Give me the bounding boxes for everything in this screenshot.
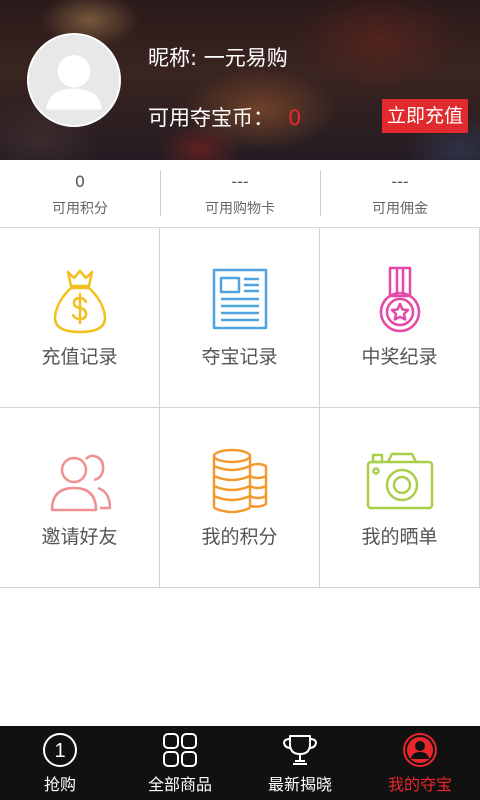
menu-my-points[interactable]: 我的积分 <box>160 408 320 588</box>
menu-label: 我的晒单 <box>361 526 438 548</box>
stat-label: 可用积分 <box>52 201 108 217</box>
coin-balance: 可用夺宝币： 0 <box>148 102 301 132</box>
default-user-icon <box>29 35 119 125</box>
menu-label: 充值记录 <box>41 346 118 368</box>
nav-label: 最新揭晓 <box>267 775 332 794</box>
nav-label: 我的夺宝 <box>387 775 452 794</box>
stats-bar: 0 可用积分 --- 可用购物卡 --- 可用佣金 <box>0 160 480 228</box>
menu-label: 邀请好友 <box>41 526 118 548</box>
coin-balance-label: 可用夺宝币： <box>148 106 274 130</box>
menu-label: 中奖纪录 <box>361 346 438 368</box>
nav-label: 抢购 <box>43 775 76 794</box>
coin-stack-icon <box>200 446 280 516</box>
menu-label: 我的积分 <box>201 526 278 548</box>
menu-label: 夺宝记录 <box>201 346 278 368</box>
trophy-icon <box>282 732 318 768</box>
nav-icon-glyph: 1 <box>54 740 65 762</box>
newspaper-icon <box>200 266 280 336</box>
recharge-button[interactable]: 立即充值 <box>382 99 468 133</box>
medal-icon <box>360 266 440 336</box>
stat-value: 0 <box>74 172 86 191</box>
stat-commission[interactable]: --- 可用佣金 <box>320 160 480 228</box>
users-icon <box>40 446 120 516</box>
bottom-nav: 1 抢购 全部商品 最新揭晓 我的夺宝 <box>0 726 480 800</box>
nav-label: 全部商品 <box>147 775 212 794</box>
nav-all-products[interactable]: 全部商品 <box>120 726 240 800</box>
user-circle-icon <box>402 732 438 768</box>
stat-value: --- <box>231 172 249 191</box>
nav-my-treasure[interactable]: 我的夺宝 <box>360 726 480 800</box>
stat-value: --- <box>391 172 409 191</box>
coin-balance-value: 0 <box>288 106 302 130</box>
stat-label: 可用购物卡 <box>205 201 275 217</box>
number-one-circle-icon: 1 <box>42 732 78 768</box>
profile-header: 昵称: 一元易购 可用夺宝币： 0 立即充值 <box>0 0 480 160</box>
money-bag-icon <box>40 266 120 336</box>
nickname: 昵称: 一元易购 <box>148 46 288 70</box>
grid-icon <box>162 732 198 768</box>
nav-flash-sale[interactable]: 1 抢购 <box>0 726 120 800</box>
menu-my-showcase[interactable]: 我的晒单 <box>320 408 480 588</box>
stat-shopping-card[interactable]: --- 可用购物卡 <box>160 160 320 228</box>
stat-label: 可用佣金 <box>372 201 428 217</box>
nav-latest-results[interactable]: 最新揭晓 <box>240 726 360 800</box>
menu-winning-records[interactable]: 中奖纪录 <box>320 228 480 408</box>
menu-grid: 充值记录 夺宝记录 中奖纪录 邀请好友 我的积分 我的晒单 <box>0 228 480 589</box>
camera-icon <box>360 446 440 516</box>
menu-treasure-records[interactable]: 夺宝记录 <box>160 228 320 408</box>
stat-points[interactable]: 0 可用积分 <box>0 160 160 228</box>
menu-invite-friends[interactable]: 邀请好友 <box>0 408 160 588</box>
avatar[interactable] <box>27 33 121 127</box>
menu-recharge-records[interactable]: 充值记录 <box>0 228 160 408</box>
